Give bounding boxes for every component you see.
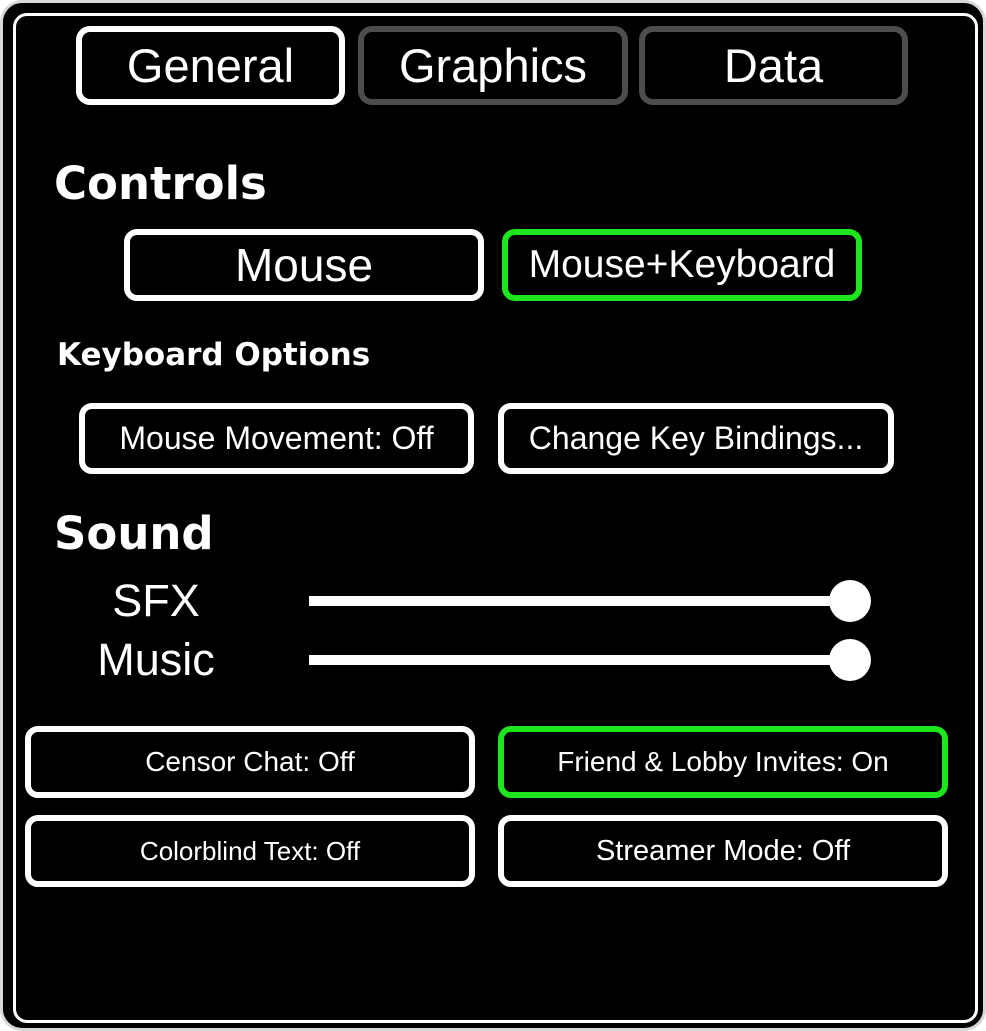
sfx-slider-track[interactable] [309, 596, 850, 606]
sfx-slider-knob[interactable] [829, 580, 871, 622]
streamer-mode-toggle[interactable]: Streamer Mode: Off [498, 815, 948, 887]
music-slider-knob[interactable] [829, 639, 871, 681]
controls-heading: Controls [54, 157, 267, 210]
tab-general[interactable]: General [76, 26, 345, 105]
mouse-movement-toggle[interactable]: Mouse Movement: Off [79, 403, 474, 474]
tab-graphics[interactable]: Graphics [358, 26, 628, 105]
colorblind-text-toggle[interactable]: Colorblind Text: Off [25, 815, 475, 887]
keyboard-options-heading: Keyboard Options [57, 337, 371, 373]
censor-chat-toggle[interactable]: Censor Chat: Off [25, 726, 475, 798]
mouse-keyboard-control-button[interactable]: Mouse+Keyboard [502, 229, 862, 301]
sfx-label: SFX [112, 575, 200, 626]
tab-data[interactable]: Data [639, 26, 908, 105]
friend-lobby-invites-toggle[interactable]: Friend & Lobby Invites: On [498, 726, 948, 798]
change-key-bindings-button[interactable]: Change Key Bindings... [498, 403, 894, 474]
music-slider-track[interactable] [309, 655, 850, 665]
music-label: Music [97, 634, 215, 685]
sound-heading: Sound [54, 507, 214, 560]
mouse-control-button[interactable]: Mouse [124, 229, 484, 301]
